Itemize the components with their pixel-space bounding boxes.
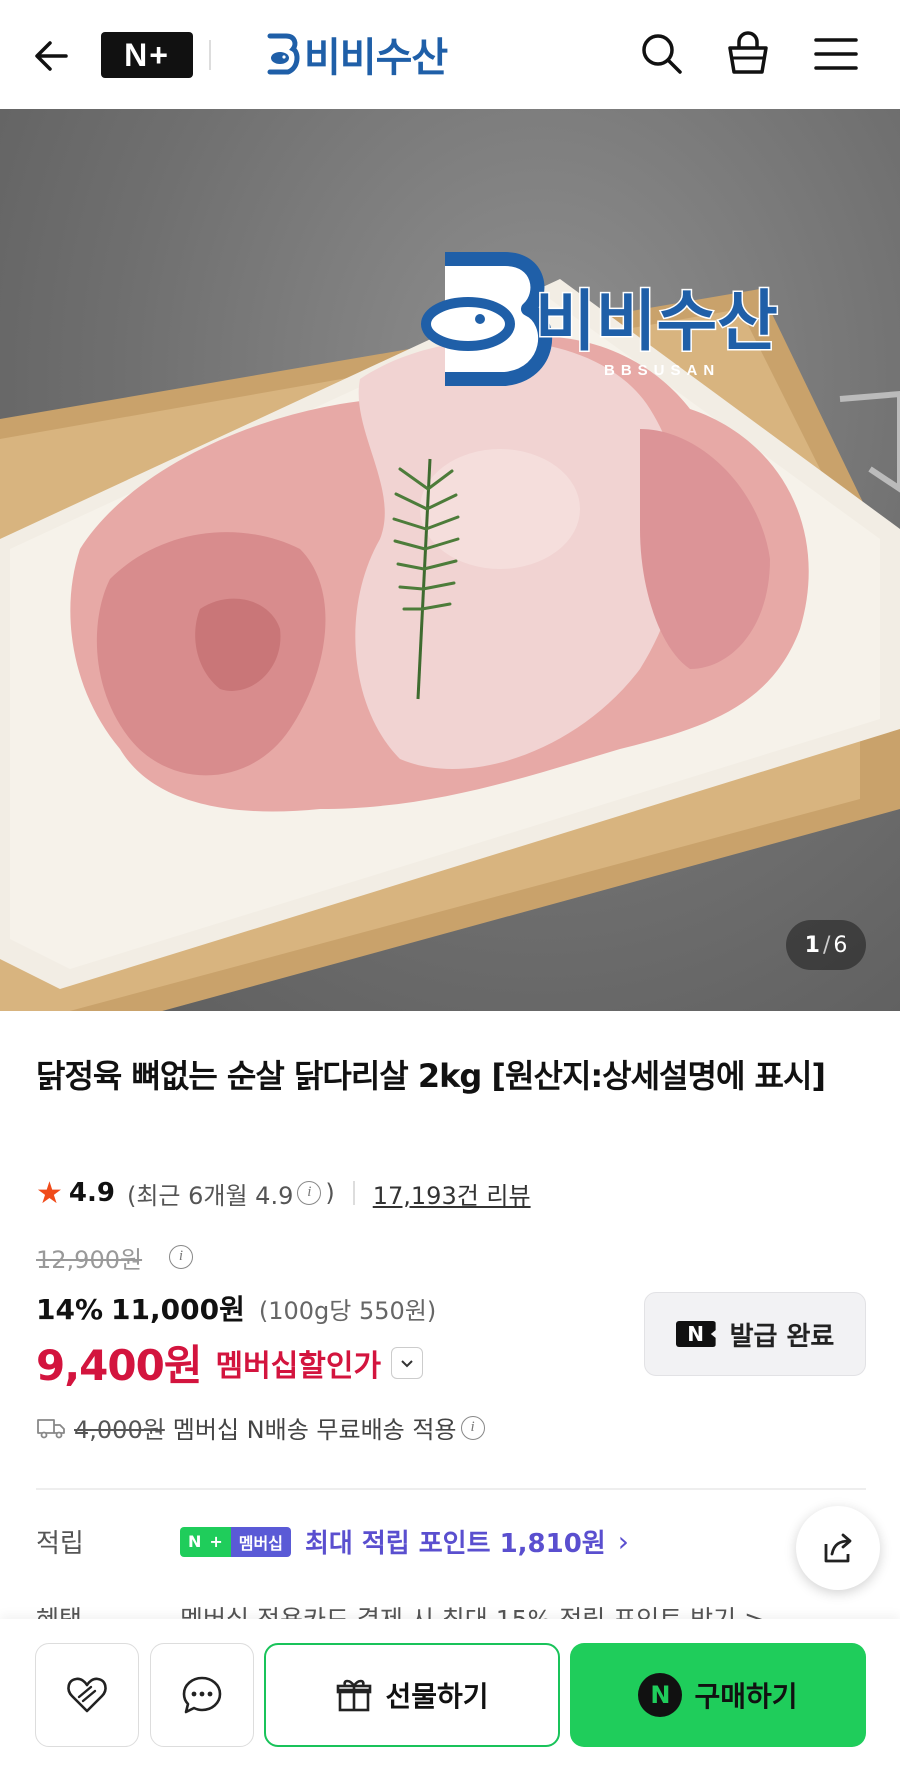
rating-divider — [352, 1181, 355, 1205]
shipping-text: 멤버십 N배송 무료배송 적용 — [172, 1416, 457, 1444]
section-divider — [36, 1488, 866, 1490]
discount-percent: 14% — [36, 1293, 104, 1326]
points-text: 최대 적립 포인트 1,810원 — [304, 1529, 606, 1559]
naver-coupon-icon: N — [675, 1321, 716, 1347]
top-app-bar: N+ 비비수산 — [0, 0, 900, 109]
gift-icon — [337, 1679, 372, 1712]
menu-icon[interactable] — [810, 28, 862, 80]
bottom-action-bar: 선물하기 N 구매하기 — [0, 1619, 900, 1769]
store-brand[interactable]: 비비수산 — [262, 26, 448, 82]
review-count-link[interactable]: 17,193건 리뷰 — [373, 1176, 531, 1211]
membership-price-label: 멤버십할인가 — [215, 1348, 382, 1384]
discount-row: 14% 11,000원 (100g당 550원) — [36, 1288, 436, 1328]
info-icon[interactable]: i — [297, 1181, 322, 1205]
truck-icon — [37, 1418, 65, 1438]
star-icon: ★ — [36, 1175, 63, 1211]
rating-row: ★ 4.9 (최근 6개월 4.9 i ) 17,193건 리뷰 — [36, 1175, 531, 1211]
points-label: 적립 — [36, 1529, 84, 1559]
fish-logo-icon — [267, 33, 300, 75]
original-price: 12,900원 — [36, 1246, 143, 1274]
membership-price-row: 9,400원 멤버십할인가 — [36, 1332, 424, 1393]
talk-talk-button[interactable] — [150, 1643, 254, 1747]
price-info-icon[interactable]: i — [169, 1245, 193, 1269]
shipping-info-icon[interactable]: i — [460, 1415, 485, 1440]
shipping-row: 4,000원 멤버십 N배송 무료배송 적용 i — [36, 1410, 489, 1445]
rating-recent: (최근 6개월 4.9 — [126, 1181, 294, 1210]
rating-score: 4.9 — [68, 1178, 115, 1208]
unit-price: (100g당 550원) — [258, 1297, 437, 1325]
product-title: 닭정육 뼈없는 순살 닭다리살 2kg [원산지:상세설명에 표시] — [36, 1057, 826, 1095]
badge-plus: + — [209, 1526, 231, 1557]
gift-label: 선물하기 — [385, 1680, 489, 1713]
naver-pay-icon: N — [638, 1673, 683, 1717]
buy-label: 구매하기 — [694, 1680, 798, 1713]
shipping-original-fee: 4,000원 — [74, 1416, 165, 1444]
chevron-down-icon[interactable] — [391, 1346, 424, 1379]
nplus-membership-badge: N + 멤버십 — [180, 1526, 291, 1557]
buy-button[interactable]: N 구매하기 — [570, 1643, 866, 1747]
share-icon — [824, 1533, 852, 1563]
product-photo: 비비수산 BBSUSAN — [0, 252, 900, 1011]
chevron-right-icon: › — [617, 1525, 629, 1558]
svg-text:비비수산: 비비수산 — [535, 283, 778, 360]
coupon-issued-button[interactable]: N 발급 완료 — [644, 1292, 866, 1376]
naver-plus-store-logo[interactable]: N+ — [101, 32, 193, 78]
discount-price: 11,000원 — [111, 1293, 245, 1326]
gift-button[interactable]: 선물하기 — [264, 1643, 560, 1747]
store-brand-name: 비비수산 — [304, 35, 448, 81]
svg-text:BBSUSAN: BBSUSAN — [604, 362, 720, 379]
heart-icon — [67, 1677, 107, 1713]
image-counter-current: 1 — [804, 932, 820, 958]
header-divider — [209, 40, 211, 70]
wishlist-button[interactable] — [35, 1643, 139, 1747]
badge-n: N — [180, 1526, 210, 1557]
membership-price: 9,400원 — [36, 1341, 202, 1390]
back-arrow-icon[interactable] — [30, 34, 74, 78]
coupon-label: 발급 완료 — [729, 1321, 835, 1352]
image-counter: 1 / 6 — [786, 920, 866, 970]
rating-recent-close: ) — [325, 1179, 335, 1207]
points-row[interactable]: 적립 N + 멤버십 최대 적립 포인트 1,810원 › — [36, 1523, 629, 1560]
search-icon[interactable] — [636, 28, 688, 80]
shopping-bag-icon[interactable] — [722, 28, 774, 80]
badge-text: 멤버십 — [230, 1526, 291, 1557]
image-counter-total: 6 — [833, 932, 848, 958]
image-counter-separator: / — [822, 932, 831, 958]
product-image-carousel[interactable]: 비비수산 BBSUSAN 1 / 6 — [0, 109, 900, 1011]
chat-bubble-icon — [182, 1676, 222, 1714]
share-button[interactable] — [796, 1506, 880, 1590]
